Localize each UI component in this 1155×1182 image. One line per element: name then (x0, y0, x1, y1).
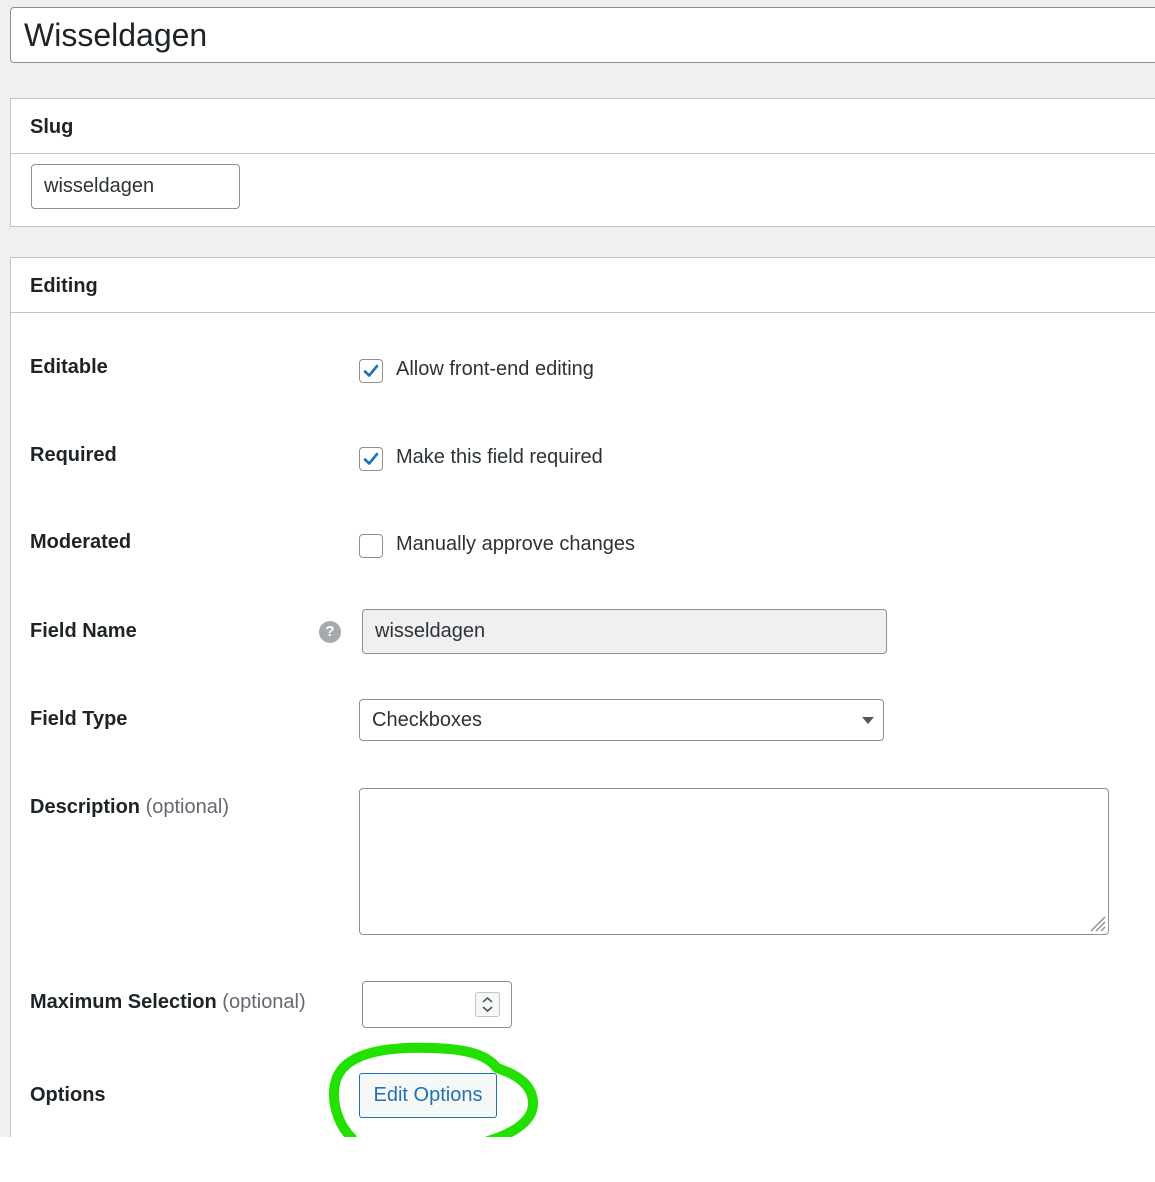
slug-panel: Slug wisseldagen (10, 98, 1155, 227)
editing-panel-heading: Editing (11, 258, 1155, 313)
max-selection-optional-hint: (optional) (222, 991, 306, 1013)
editable-checkbox[interactable] (359, 359, 383, 383)
checkmark-icon (363, 364, 379, 377)
description-label-text: Description (30, 796, 141, 818)
editing-panel: Editing Editable Allow front-end editing… (10, 257, 1155, 1137)
required-checkbox[interactable] (359, 447, 383, 471)
spinner-arrows-icon (482, 996, 493, 1013)
description-textarea[interactable] (359, 788, 1109, 935)
max-selection-input[interactable] (362, 981, 512, 1028)
field-type-select[interactable]: Checkboxes (359, 699, 884, 741)
editable-checkbox-label[interactable]: Allow front-end editing (396, 358, 594, 381)
options-label: Options (30, 1084, 106, 1106)
slug-panel-heading: Slug (11, 99, 1155, 154)
required-checkbox-label[interactable]: Make this field required (396, 446, 603, 469)
chevron-down-icon (862, 717, 874, 724)
field-type-selected-value: Checkboxes (372, 709, 483, 731)
max-selection-label: Maximum Selection (optional) (30, 991, 306, 1014)
description-label: Description (optional) (30, 796, 229, 819)
max-selection-label-text: Maximum Selection (30, 991, 217, 1013)
checkmark-icon (363, 452, 379, 465)
description-optional-hint: (optional) (145, 796, 229, 818)
moderated-label: Moderated (30, 531, 132, 553)
moderated-checkbox[interactable] (359, 534, 383, 558)
post-title-input[interactable]: Wisseldagen (10, 7, 1155, 63)
slug-input[interactable]: wisseldagen (31, 164, 240, 209)
required-label: Required (30, 444, 117, 466)
question-circle-icon[interactable]: ? (319, 621, 341, 643)
editable-label: Editable (30, 356, 108, 378)
resize-grip-icon[interactable] (1085, 911, 1107, 933)
edit-options-button[interactable]: Edit Options (359, 1073, 497, 1118)
number-spinner[interactable] (475, 992, 500, 1017)
field-name-input[interactable]: wisseldagen (362, 609, 887, 654)
field-name-label: Field Name (30, 620, 137, 642)
moderated-checkbox-label[interactable]: Manually approve changes (396, 533, 635, 556)
field-type-label: Field Type (30, 708, 128, 730)
